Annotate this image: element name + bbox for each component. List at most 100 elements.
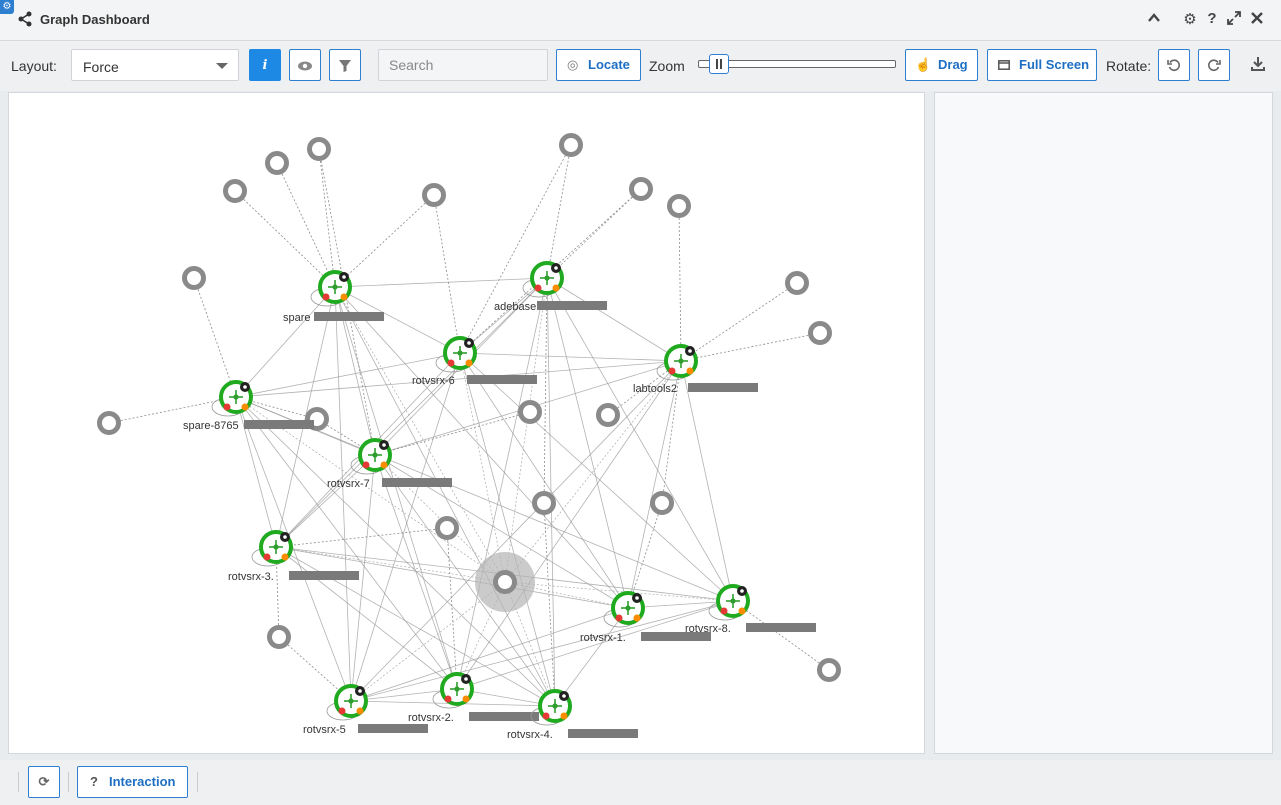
endpoint-node[interactable] (223, 179, 247, 203)
redacted-block (469, 712, 539, 721)
device-label: adebase (494, 301, 536, 313)
graph-edge (459, 352, 556, 707)
warning-badge-icon (241, 403, 249, 411)
filter-icon (339, 60, 351, 72)
warning-badge-icon (560, 712, 568, 720)
settings-corner-icon[interactable]: ⚙ (0, 0, 14, 14)
device-node[interactable] (310, 270, 352, 307)
graph-edge (554, 607, 629, 707)
graph-edge (680, 360, 734, 602)
help-icon: ? (90, 774, 98, 789)
close-icon[interactable] (1248, 10, 1266, 30)
endpoint-node[interactable] (667, 194, 691, 218)
alert-badge-icon (720, 607, 728, 615)
warning-badge-icon (356, 707, 364, 715)
device-label: labtools2 (633, 383, 677, 395)
collapse-icon[interactable] (1145, 10, 1163, 30)
device-node[interactable] (522, 261, 564, 298)
graph-edge (459, 352, 682, 362)
help-icon[interactable]: ? (1203, 10, 1221, 30)
endpoint-node[interactable] (182, 266, 206, 290)
endpoint-node[interactable] (650, 491, 674, 515)
graph-edge-dotted (433, 194, 461, 354)
redacted-block (568, 729, 638, 738)
endpoint-node[interactable] (435, 516, 459, 540)
device-label: rotvsrx-1. (580, 632, 626, 644)
device-node[interactable] (211, 380, 253, 417)
expand-icon[interactable] (1225, 10, 1243, 30)
divider (18, 772, 19, 792)
device-node[interactable] (350, 438, 392, 475)
redacted-block (537, 301, 607, 310)
rotate-right-icon (1208, 59, 1221, 71)
fullscreen-button[interactable]: Full Screen (987, 49, 1097, 81)
endpoint-node[interactable] (629, 177, 653, 201)
device-label: rotvsrx-5 (303, 724, 346, 736)
graph-edge-dotted (334, 194, 435, 288)
redacted-block (289, 571, 359, 580)
endpoint-node[interactable] (265, 151, 289, 175)
graph-edge-dotted (276, 162, 336, 288)
alert-badge-icon (322, 293, 330, 301)
download-icon[interactable] (1251, 56, 1267, 74)
endpoint-node[interactable] (518, 400, 542, 424)
device-node[interactable] (251, 530, 293, 567)
info-button[interactable]: i (249, 49, 281, 81)
alert-badge-icon (338, 707, 346, 715)
visibility-button[interactable] (289, 49, 321, 81)
warning-badge-icon (738, 607, 746, 615)
warning-badge-icon (552, 284, 560, 292)
endpoint-node[interactable] (817, 658, 841, 682)
locate-button[interactable]: ◎ Locate (556, 49, 641, 81)
target-icon: ◎ (567, 57, 579, 72)
locate-label: Locate (588, 57, 630, 72)
device-label: rotvsrx-2. (408, 712, 454, 724)
device-node[interactable] (656, 344, 698, 381)
rotate-right-button[interactable] (1198, 49, 1230, 81)
endpoint-node[interactable] (596, 403, 620, 427)
endpoint-node[interactable] (267, 625, 291, 649)
alert-badge-icon (263, 553, 271, 561)
layout-select[interactable]: Force (71, 49, 239, 81)
search-input[interactable] (378, 49, 548, 81)
endpoint-node[interactable] (97, 411, 121, 435)
device-node[interactable] (326, 684, 368, 721)
graph-edge (627, 360, 682, 609)
graph-edge-dotted (546, 188, 642, 279)
interaction-button[interactable]: ? Interaction (77, 766, 188, 798)
graph-edge (235, 396, 277, 548)
endpoint-node[interactable] (493, 570, 517, 594)
redacted-block (467, 375, 537, 384)
graph-canvas[interactable]: spare adebase rotvsrx-6 labtools2 spare-8765… (8, 92, 925, 754)
endpoint-node[interactable] (785, 271, 809, 295)
graph-toolbar: Layout: Force i ◎ Locate Zoom ☝ Drag Ful… (0, 41, 1281, 91)
share-icon (18, 11, 32, 27)
graph-edge-dotted (543, 277, 548, 504)
graph-edge (350, 607, 629, 702)
graph-edge (456, 600, 734, 690)
device-node[interactable] (708, 584, 750, 621)
endpoint-node[interactable] (808, 321, 832, 345)
drag-button[interactable]: ☝ Drag (905, 49, 978, 81)
graph-edge-dotted (193, 277, 237, 398)
graph-edge-dotted (275, 527, 448, 548)
alert-badge-icon (668, 367, 676, 375)
graph-edge (546, 277, 682, 362)
endpoint-node[interactable] (422, 183, 446, 207)
zoom-slider-handle[interactable] (708, 54, 729, 74)
rotate-left-button[interactable] (1158, 49, 1190, 81)
endpoint-node[interactable] (307, 137, 331, 161)
redacted-block (746, 623, 816, 632)
gear-icon[interactable]: ⚙ (1181, 10, 1199, 30)
hand-icon: ☝ (915, 57, 932, 72)
redacted-block (314, 312, 384, 321)
layout-select-value: Force (83, 59, 119, 75)
topology-graph[interactable]: spare adebase rotvsrx-6 labtools2 spare-8765… (9, 93, 924, 753)
device-node[interactable] (603, 591, 645, 628)
graph-edge-dotted (546, 144, 572, 279)
endpoint-node[interactable] (532, 491, 556, 515)
warning-badge-icon (462, 695, 470, 703)
filter-button[interactable] (329, 49, 361, 81)
refresh-button[interactable]: ⟳ (28, 766, 60, 798)
endpoint-node[interactable] (559, 133, 583, 157)
